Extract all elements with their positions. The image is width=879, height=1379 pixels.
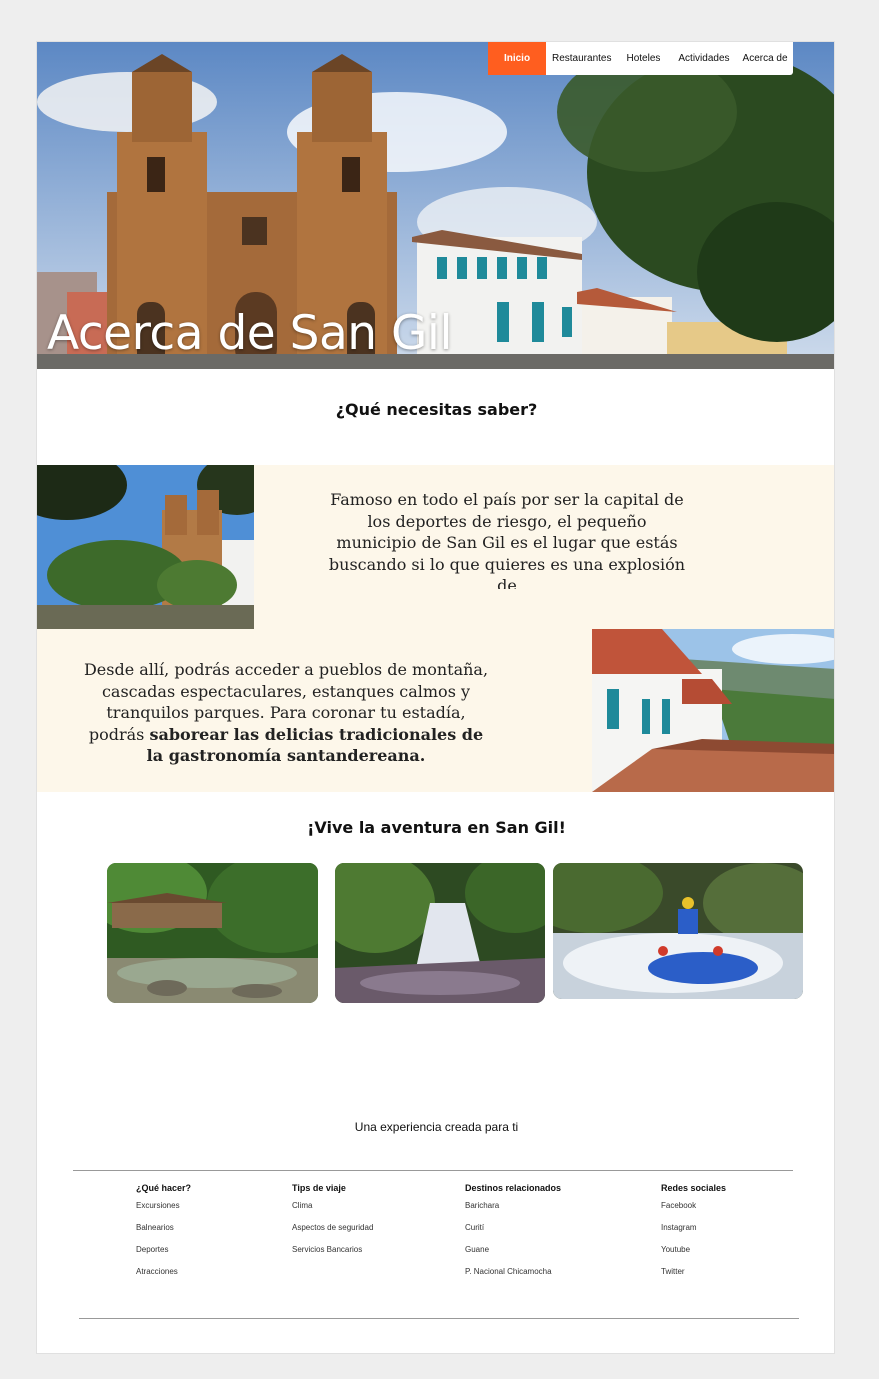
footer-link-facebook[interactable]: Facebook (661, 1201, 726, 1211)
footer-col-title: Tips de viaje (292, 1183, 346, 1193)
info-band-1: Famoso en todo el país por ser la capita… (37, 465, 834, 629)
footer-link[interactable]: Servicios Bancarios (292, 1245, 373, 1255)
footer-col-tips: Tips de viaje Clima Aspectos de segurida… (292, 1183, 373, 1267)
footer-col-que-hacer: ¿Qué hacer? Excursiones Balnearios Depor… (136, 1183, 191, 1289)
footer-link[interactable]: Excursiones (136, 1201, 191, 1211)
page-container: Inicio Restaurantes Hoteles Actividades … (36, 41, 835, 1354)
footer-link[interactable]: Atracciones (136, 1267, 191, 1277)
main-nav: Inicio Restaurantes Hoteles Actividades … (488, 42, 793, 75)
footer-col-redes: Redes sociales Facebook Instagram Youtub… (661, 1183, 726, 1289)
footer-link[interactable]: Balnearios (136, 1223, 191, 1233)
footer-divider-bottom (79, 1318, 799, 1319)
footer-link[interactable]: Guane (465, 1245, 561, 1255)
nav-acerca-de[interactable]: Acerca de (739, 42, 792, 75)
footer-col-destinos: Destinos relacionados Barichara Curití G… (465, 1183, 561, 1289)
section-heading-adventure: ¡Vive la aventura en San Gil! (307, 818, 566, 837)
footer-link-twitter[interactable]: Twitter (661, 1267, 726, 1277)
footer-link[interactable]: Clima (292, 1201, 373, 1211)
waterfall-photo[interactable] (335, 863, 545, 1003)
hero-banner: Inicio Restaurantes Hoteles Actividades … (37, 42, 834, 369)
footer-link[interactable]: P. Nacional Chicamocha (465, 1267, 561, 1277)
rafting-photo[interactable] (553, 863, 803, 999)
activities-paragraph: Desde allí, podrás acceder a pueblos de … (81, 659, 491, 767)
footer-link[interactable]: Barichara (465, 1201, 561, 1211)
page-title: Acerca de San Gil (47, 306, 453, 361)
nav-actividades[interactable]: Actividades (669, 42, 738, 75)
footer-link-youtube[interactable]: Youtube (661, 1245, 726, 1255)
footer-link[interactable]: Aspectos de seguridad (292, 1223, 373, 1233)
cathedral-plaza-photo (37, 465, 254, 629)
nav-hoteles[interactable]: Hoteles (617, 42, 669, 75)
experience-tagline: Una experiencia creada para ti (354, 1120, 519, 1134)
footer-col-title: ¿Qué hacer? (136, 1183, 192, 1193)
footer-col-title: Redes sociales (661, 1183, 727, 1193)
nav-restaurantes[interactable]: Restaurantes (546, 42, 617, 75)
intro-paragraph: Famoso en todo el país por ser la capita… (328, 490, 686, 589)
gastronomy-highlight: saborear las delicias tradicionales de l… (146, 724, 484, 766)
nav-inicio[interactable]: Inicio (488, 42, 546, 75)
footer-col-title: Destinos relacionados (465, 1183, 562, 1193)
footer-link[interactable]: Curití (465, 1223, 561, 1233)
section-heading-info: ¿Qué necesitas saber? (335, 400, 538, 419)
bridge-river-photo[interactable] (107, 863, 318, 1003)
footer-divider-top (73, 1170, 793, 1171)
colonial-street-photo (592, 629, 834, 792)
footer-link[interactable]: Deportes (136, 1245, 191, 1255)
info-band-2: Desde allí, podrás acceder a pueblos de … (37, 629, 834, 792)
footer-link-instagram[interactable]: Instagram (661, 1223, 726, 1233)
